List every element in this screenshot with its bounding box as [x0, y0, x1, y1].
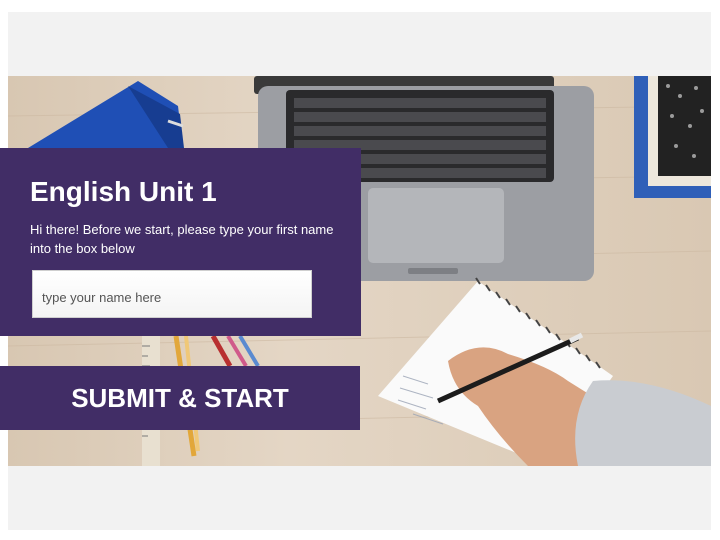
- pencil-case-image: [28, 81, 184, 148]
- first-name-input[interactable]: [32, 270, 312, 318]
- writing-notebook-image: [378, 277, 711, 466]
- lesson-title: English Unit 1: [30, 176, 217, 207]
- instructions-text: Hi there! Before we start, please type y…: [30, 222, 334, 256]
- notebooks-image: [634, 76, 711, 198]
- submit-start-button[interactable]: SUBMIT & START: [0, 366, 360, 430]
